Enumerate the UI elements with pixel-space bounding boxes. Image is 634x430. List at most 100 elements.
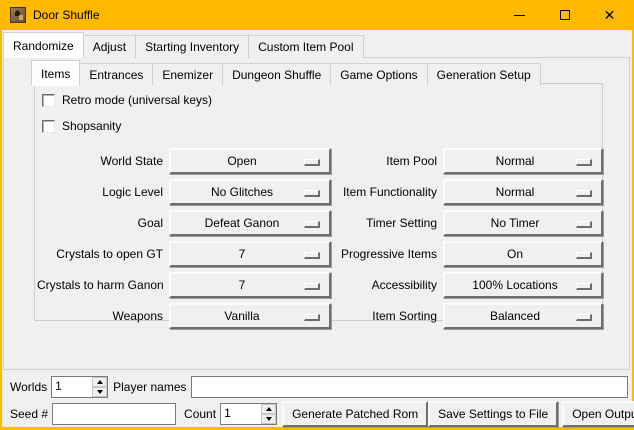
- dropdown-indicator-icon: [304, 314, 320, 321]
- crystals-to-harm-ganon-value: 7: [239, 278, 246, 292]
- minimize-icon: [514, 15, 525, 16]
- item-functionality-label: Item Functionality: [335, 185, 439, 199]
- retro-mode-label: Retro mode (universal keys): [62, 93, 212, 107]
- goal-label: Goal: [37, 216, 165, 230]
- worlds-spin-up-button[interactable]: [92, 377, 107, 387]
- app-door-icon: [10, 7, 26, 23]
- count-spin-arrows: [261, 404, 276, 424]
- tab-entrances[interactable]: Entrances: [79, 63, 153, 86]
- dropdown-indicator-icon: [304, 283, 320, 290]
- dropdown-indicator-icon: [304, 159, 320, 166]
- crystals-to-open-gt-label: Crystals to open GT: [37, 247, 165, 261]
- worlds-spin-arrows: [92, 377, 107, 397]
- player-names-input[interactable]: [191, 376, 629, 398]
- tab-dungeon-shuffle[interactable]: Dungeon Shuffle: [222, 63, 331, 86]
- logic-level-dropdown[interactable]: No Glitches: [169, 179, 331, 205]
- dropdown-indicator-icon: [576, 252, 592, 259]
- timer-setting-value: No Timer: [491, 216, 540, 230]
- shopsanity-checkbox[interactable]: [42, 120, 55, 133]
- accessibility-value: 100% Locations: [472, 278, 557, 292]
- titlebar: Door Shuffle ✕: [2, 0, 632, 30]
- item-sorting-dropdown[interactable]: Balanced: [443, 303, 603, 329]
- worlds-spin-down-button[interactable]: [92, 387, 107, 397]
- dropdown-indicator-icon: [304, 252, 320, 259]
- world-state-label: World State: [37, 154, 165, 168]
- crystals-to-open-gt-value: 7: [239, 247, 246, 261]
- randomize-panel: ItemsEntrancesEnemizerDungeon ShuffleGam…: [3, 57, 630, 370]
- dropdown-indicator-icon: [304, 221, 320, 228]
- crystals-to-harm-ganon-label: Crystals to harm Ganon: [37, 278, 165, 292]
- tab-generation-setup[interactable]: Generation Setup: [427, 63, 541, 86]
- tab-items[interactable]: Items: [31, 60, 80, 86]
- item-pool-label: Item Pool: [335, 154, 439, 168]
- worlds-value[interactable]: 1: [52, 377, 92, 397]
- retro-mode-checkbox-row: Retro mode (universal keys): [42, 92, 602, 108]
- progressive-items-label: Progressive Items: [335, 247, 439, 261]
- world-state-value: Open: [227, 154, 256, 168]
- shopsanity-label: Shopsanity: [62, 119, 121, 133]
- seed-row: Seed # Count 1 Generate Patched Rom Save…: [2, 400, 632, 427]
- tab-starting-inventory[interactable]: Starting Inventory: [135, 35, 249, 58]
- item-sorting-value: Balanced: [490, 309, 540, 323]
- up-arrow-icon: [266, 407, 272, 411]
- item-functionality-value: Normal: [496, 185, 535, 199]
- generate-patched-rom-button[interactable]: Generate Patched Rom: [282, 401, 428, 427]
- open-output-directory-button[interactable]: Open Output Directory: [562, 401, 634, 427]
- count-value[interactable]: 1: [221, 404, 261, 424]
- secondary-tab-bar: ItemsEntrancesEnemizerDungeon ShuffleGam…: [31, 60, 541, 86]
- maximize-button[interactable]: [542, 0, 587, 30]
- tab-enemizer[interactable]: Enemizer: [152, 63, 223, 86]
- shopsanity-checkbox-row: Shopsanity: [42, 118, 602, 134]
- checkbox-group: Retro mode (universal keys) Shopsanity: [35, 92, 602, 134]
- dropdown-indicator-icon: [576, 159, 592, 166]
- close-icon: ✕: [604, 8, 616, 22]
- accessibility-label: Accessibility: [335, 278, 439, 292]
- logic-level-value: No Glitches: [211, 185, 273, 199]
- count-spin-up-button[interactable]: [261, 404, 276, 414]
- settings-grid: World StateOpenItem PoolNormalLogic Leve…: [37, 148, 602, 329]
- dropdown-indicator-icon: [576, 221, 592, 228]
- accessibility-dropdown[interactable]: 100% Locations: [443, 272, 603, 298]
- player-names-label: Player names: [113, 380, 186, 394]
- goal-value: Defeat Ganon: [205, 216, 280, 230]
- minimize-button[interactable]: [497, 0, 542, 30]
- item-functionality-dropdown[interactable]: Normal: [443, 179, 603, 205]
- retro-mode-checkbox[interactable]: [42, 94, 55, 107]
- weapons-dropdown[interactable]: Vanilla: [169, 303, 331, 329]
- tab-game-options[interactable]: Game Options: [330, 63, 427, 86]
- dropdown-indicator-icon: [576, 283, 592, 290]
- weapons-value: Vanilla: [224, 309, 259, 323]
- items-panel: Retro mode (universal keys) Shopsanity Wo…: [34, 83, 603, 321]
- item-pool-value: Normal: [496, 154, 535, 168]
- primary-tab-bar: RandomizeAdjustStarting InventoryCustom …: [3, 32, 364, 58]
- tab-randomize[interactable]: Randomize: [3, 32, 84, 58]
- weapons-label: Weapons: [37, 309, 165, 323]
- window-content: RandomizeAdjustStarting InventoryCustom …: [2, 30, 632, 427]
- dropdown-indicator-icon: [576, 190, 592, 197]
- dropdown-indicator-icon: [304, 190, 320, 197]
- count-spinner[interactable]: 1: [220, 403, 277, 425]
- tab-adjust[interactable]: Adjust: [83, 35, 136, 58]
- crystals-to-harm-ganon-dropdown[interactable]: 7: [169, 272, 331, 298]
- close-button[interactable]: ✕: [587, 0, 632, 30]
- progressive-items-dropdown[interactable]: On: [443, 241, 603, 267]
- seed-input[interactable]: [52, 403, 176, 425]
- timer-setting-dropdown[interactable]: No Timer: [443, 210, 603, 236]
- world-state-dropdown[interactable]: Open: [169, 148, 331, 174]
- count-label: Count: [184, 407, 216, 421]
- seed-label: Seed #: [10, 407, 48, 421]
- timer-setting-label: Timer Setting: [335, 216, 439, 230]
- goal-dropdown[interactable]: Defeat Ganon: [169, 210, 331, 236]
- item-sorting-label: Item Sorting: [335, 309, 439, 323]
- maximize-icon: [560, 10, 570, 20]
- worlds-spinner[interactable]: 1: [51, 376, 108, 398]
- count-spin-down-button[interactable]: [261, 414, 276, 424]
- down-arrow-icon: [266, 417, 272, 421]
- up-arrow-icon: [97, 380, 103, 384]
- window-title: Door Shuffle: [33, 8, 100, 22]
- item-pool-dropdown[interactable]: Normal: [443, 148, 603, 174]
- save-settings-button[interactable]: Save Settings to File: [428, 401, 558, 427]
- crystals-to-open-gt-dropdown[interactable]: 7: [169, 241, 331, 267]
- tab-custom-item-pool[interactable]: Custom Item Pool: [248, 35, 363, 58]
- dropdown-indicator-icon: [576, 314, 592, 321]
